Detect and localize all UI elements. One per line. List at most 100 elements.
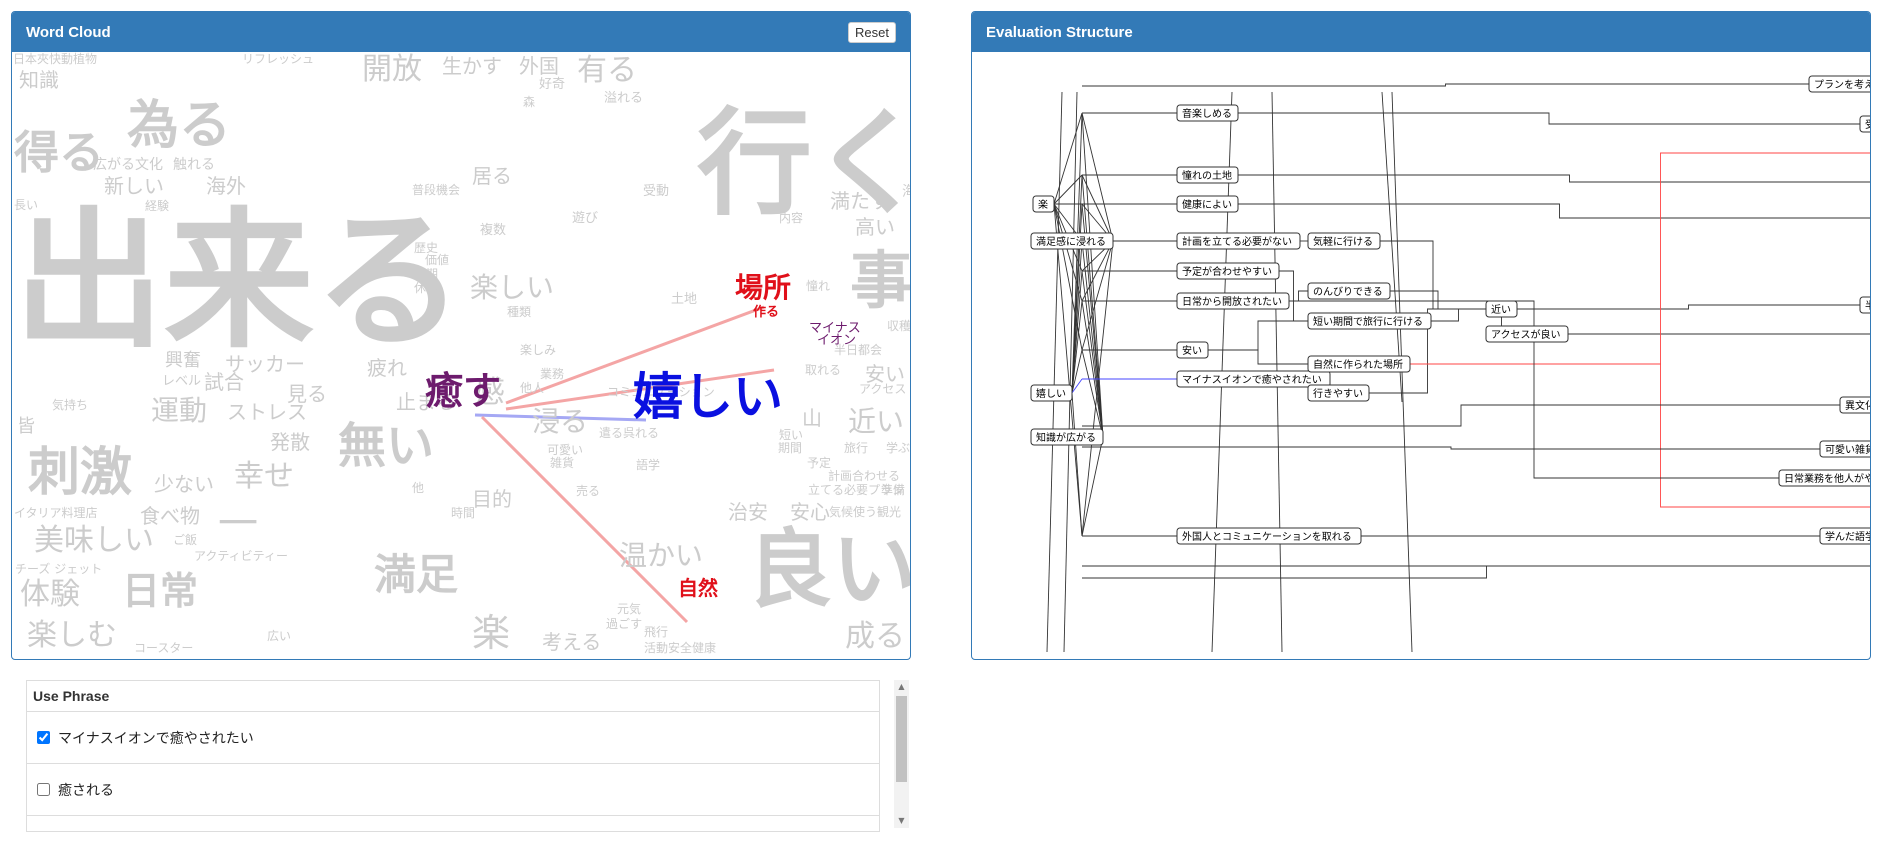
graph-node[interactable]: マイナスイオンで癒やされたい: [1176, 370, 1331, 388]
word-cloud-word[interactable]: 語学: [636, 459, 660, 471]
word-cloud-word[interactable]: 他人: [520, 382, 544, 394]
graph-node[interactable]: 健康によい: [1176, 195, 1239, 213]
word-cloud-word[interactable]: 美味しい: [34, 526, 154, 556]
word-cloud-word[interactable]: 作る: [753, 306, 779, 319]
word-cloud-word[interactable]: ストレス: [227, 402, 307, 422]
word-cloud-word[interactable]: 可愛い: [547, 444, 583, 456]
graph-node[interactable]: 可愛い雑貨が売ってる: [1819, 440, 1870, 458]
word-cloud-word[interactable]: 長期: [414, 268, 438, 280]
word-cloud-word[interactable]: 複数: [480, 224, 506, 237]
phrase-scrollbar[interactable]: ▲ ▼: [894, 680, 909, 828]
word-cloud-word[interactable]: 目的: [472, 489, 512, 509]
word-cloud-word[interactable]: 価値: [425, 254, 449, 266]
graph-node[interactable]: 行きやすい: [1307, 384, 1370, 402]
word-cloud-word[interactable]: 日常: [122, 572, 198, 610]
word-cloud-word[interactable]: 森: [523, 96, 535, 108]
word-cloud-word[interactable]: ご飯: [173, 534, 197, 546]
word-cloud-word[interactable]: 満足: [374, 554, 458, 596]
word-cloud-word[interactable]: 居る: [472, 166, 512, 186]
word-cloud-word[interactable]: 種類: [507, 306, 531, 318]
graph-node[interactable]: 計画を立てる必要がない: [1176, 232, 1301, 250]
word-cloud-word[interactable]: 外国: [519, 56, 559, 76]
word-cloud-word[interactable]: 楽しい: [470, 274, 554, 302]
word-cloud-word[interactable]: 治安: [728, 502, 768, 522]
word-cloud-word[interactable]: 学ぶ: [886, 442, 910, 454]
graph-node[interactable]: 満足感に浸れる: [1030, 232, 1114, 250]
word-cloud-word[interactable]: 広がる文化: [93, 158, 163, 172]
word-cloud-word[interactable]: 高い: [855, 217, 895, 237]
word-cloud-word[interactable]: 売る: [576, 485, 600, 497]
word-cloud-word[interactable]: 受動: [643, 185, 669, 198]
word-cloud-word[interactable]: 嬉しい: [633, 372, 783, 422]
word-cloud-word[interactable]: コースター: [134, 642, 193, 654]
word-cloud-word[interactable]: 好奇: [539, 78, 565, 91]
word-cloud-word[interactable]: アクセス: [859, 383, 906, 395]
word-cloud-word[interactable]: 期間: [778, 442, 802, 454]
word-cloud-word[interactable]: 皆: [17, 418, 35, 436]
word-cloud-word[interactable]: 成る: [845, 622, 905, 652]
word-cloud-word[interactable]: 他: [412, 482, 424, 494]
word-cloud-word[interactable]: 少ない: [154, 474, 214, 494]
word-cloud-word[interactable]: 短い: [779, 429, 803, 441]
word-cloud-word[interactable]: 休暇: [414, 282, 438, 294]
graph-node[interactable]: アクセスが良い: [1485, 325, 1569, 343]
word-cloud-word[interactable]: 場所: [735, 274, 791, 302]
word-cloud-word[interactable]: 楽しむ: [27, 621, 117, 651]
word-cloud-word[interactable]: 幸せ: [234, 462, 294, 492]
word-cloud-word[interactable]: 取れる: [805, 364, 841, 376]
word-cloud-word[interactable]: 自然: [678, 578, 718, 598]
word-cloud-word[interactable]: 活動安全健康: [644, 642, 716, 654]
word-cloud-word[interactable]: 試合: [204, 372, 244, 392]
word-cloud-word[interactable]: 海外: [206, 176, 246, 196]
graph-node[interactable]: 日常業務を他人がやってくれる: [1778, 469, 1870, 487]
word-cloud-word[interactable]: 新しい: [104, 176, 164, 196]
word-cloud-word[interactable]: 楽しみ: [520, 344, 556, 356]
phrase-item[interactable]: 癒される: [27, 764, 879, 816]
word-cloud-word[interactable]: 発散: [270, 432, 310, 452]
word-cloud-word[interactable]: 興奮: [165, 352, 201, 370]
word-cloud-word[interactable]: 得る: [14, 130, 104, 175]
word-cloud-word[interactable]: イオン: [817, 334, 856, 347]
word-cloud-word[interactable]: 業務: [540, 368, 564, 380]
scroll-down-icon[interactable]: ▼: [894, 815, 909, 827]
word-cloud-word[interactable]: イタリア料理店: [14, 507, 98, 519]
word-cloud-word[interactable]: 事: [850, 250, 910, 312]
word-cloud-word[interactable]: 溢れる: [604, 92, 643, 105]
word-cloud-word[interactable]: 気持ち: [52, 399, 88, 411]
word-cloud-word[interactable]: 予定: [807, 457, 831, 469]
word-cloud-word[interactable]: 疲れ: [367, 358, 407, 378]
scroll-thumb[interactable]: [896, 696, 907, 782]
phrase-item[interactable]: マイナスイオンで癒やされたい: [27, 712, 879, 764]
word-cloud-word[interactable]: 一: [218, 504, 258, 544]
word-cloud-word[interactable]: 生かす: [442, 56, 502, 76]
word-cloud-word[interactable]: 雑貨: [550, 457, 574, 469]
word-cloud-word[interactable]: リフレッシュ: [242, 53, 314, 65]
word-cloud-word[interactable]: 為る: [127, 100, 231, 152]
phrase-checkbox[interactable]: [37, 731, 50, 744]
word-cloud-word[interactable]: 準備: [881, 484, 905, 496]
graph-node[interactable]: 自然に作られた場所: [1307, 355, 1411, 373]
word-cloud-word[interactable]: 収穫: [887, 320, 910, 332]
graph-node[interactable]: 半日でいける: [1859, 296, 1870, 314]
word-cloud-word[interactable]: 山: [802, 408, 822, 428]
phrase-checkbox[interactable]: [37, 783, 50, 796]
graph-node[interactable]: プランを考えなくてよい: [1808, 75, 1870, 93]
word-cloud-word[interactable]: 広い: [267, 630, 291, 642]
word-cloud-word[interactable]: 計画: [828, 470, 852, 482]
word-cloud-word[interactable]: 飛行: [644, 626, 668, 638]
graph-node[interactable]: 予定が合わせやすい: [1176, 262, 1280, 280]
word-cloud-word[interactable]: 癒す: [425, 372, 501, 410]
graph-node[interactable]: 異文化に触れたい: [1839, 396, 1870, 414]
graph-node[interactable]: 学んだ語学を生かせる: [1819, 527, 1870, 545]
word-cloud-word[interactable]: 出来る: [14, 207, 464, 357]
word-cloud-word[interactable]: チーズ ジェット: [15, 563, 102, 575]
word-cloud-word[interactable]: 触れる: [173, 158, 215, 172]
word-cloud-word[interactable]: 日本夾快動植物: [13, 53, 97, 65]
graph-node[interactable]: 近い: [1485, 300, 1518, 318]
word-cloud-word[interactable]: 無い: [338, 422, 434, 470]
word-cloud-word[interactable]: 楽: [472, 614, 510, 652]
graph-node[interactable]: 憧れの土地: [1176, 166, 1239, 184]
word-cloud-word[interactable]: 温かい: [619, 542, 703, 570]
word-cloud-word[interactable]: 遊び: [572, 212, 598, 225]
word-cloud-word[interactable]: 知識: [19, 70, 59, 90]
